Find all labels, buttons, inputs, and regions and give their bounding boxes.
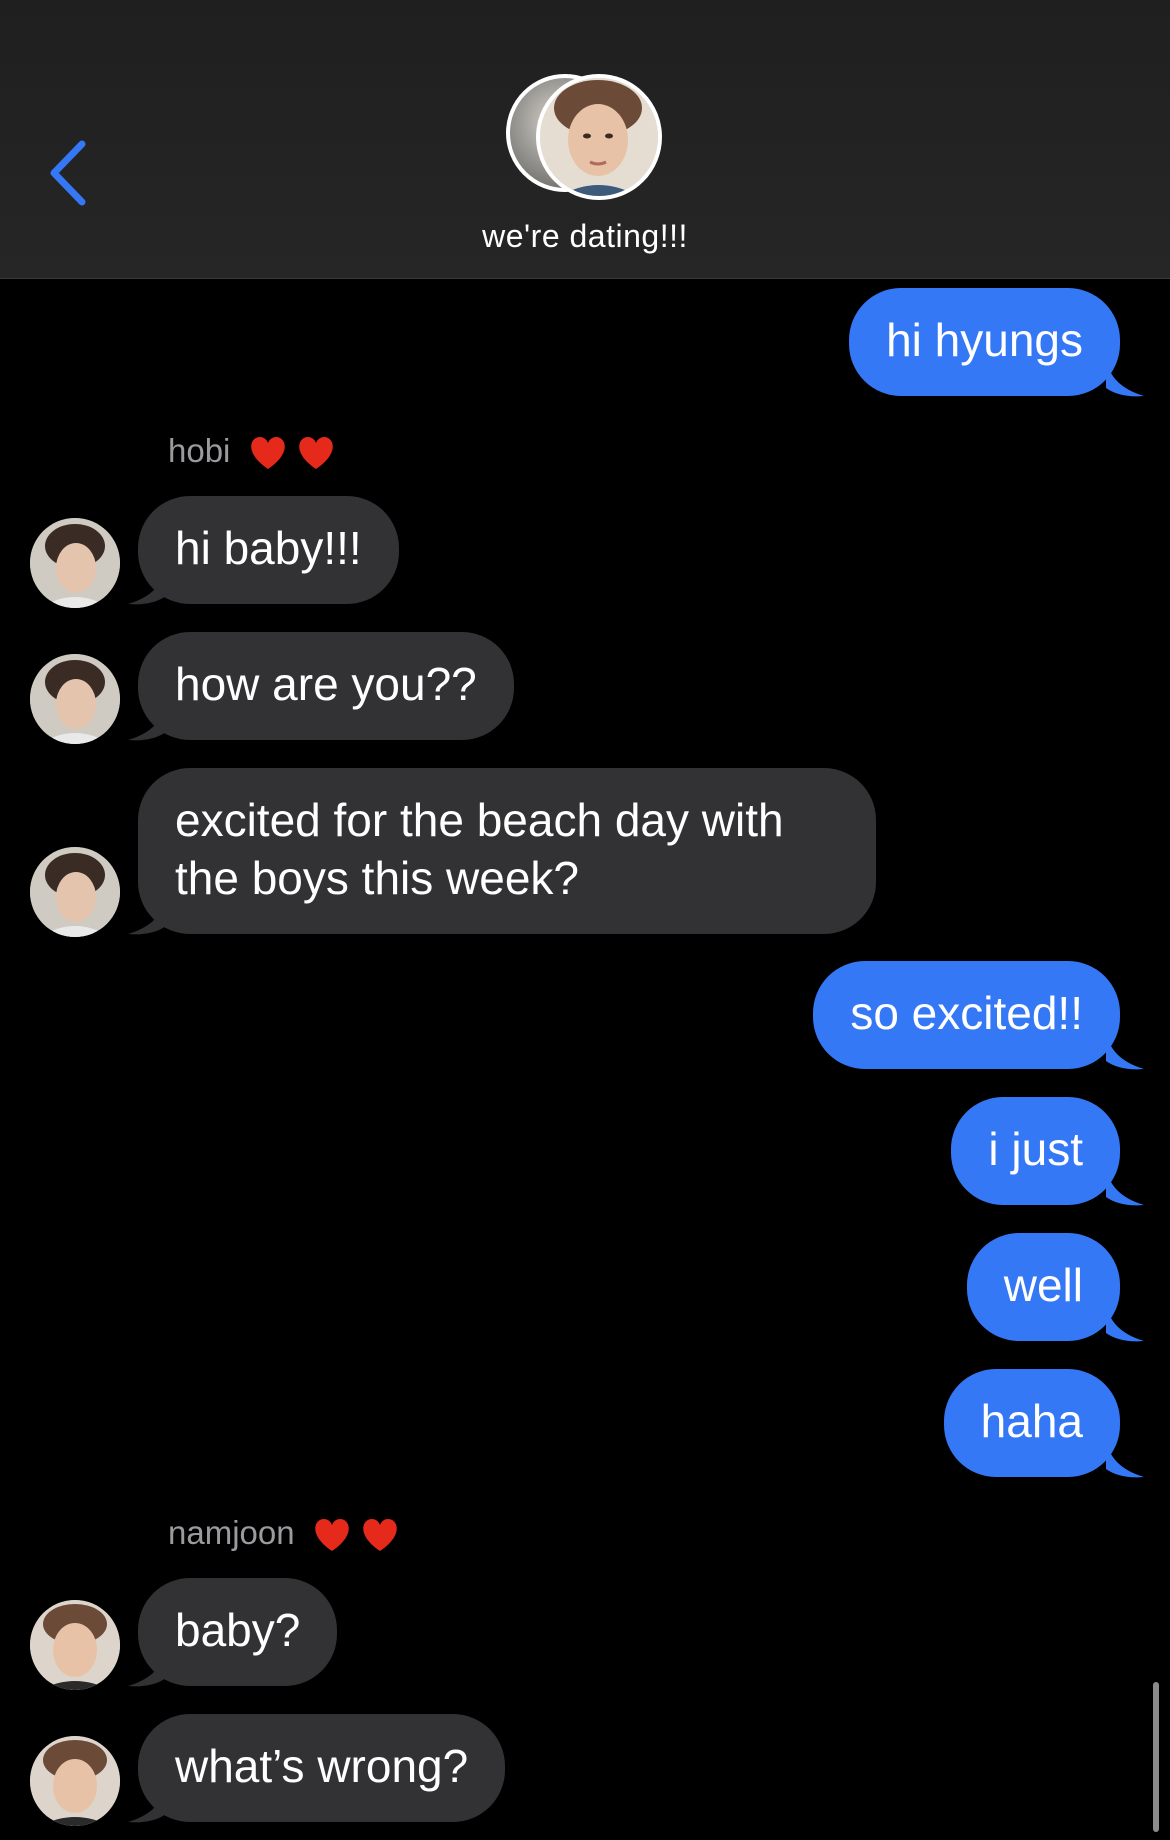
heart-icon (250, 437, 285, 470)
avatar[interactable] (30, 1600, 120, 1690)
bubble-tail (128, 566, 166, 605)
received-message[interactable]: excited for the beach day with the boys … (138, 768, 876, 934)
message-text: how are you?? (175, 658, 477, 710)
received-message[interactable]: baby? (138, 1578, 338, 1686)
bubble-tail (1106, 1167, 1144, 1206)
bubble-tail (128, 1784, 166, 1823)
message-text: excited for the beach day with the boys … (175, 794, 784, 904)
heart-icon (298, 437, 333, 470)
avatar[interactable] (30, 518, 120, 608)
bubble-tail (1106, 1439, 1144, 1478)
sent-message[interactable]: well (966, 1233, 1120, 1341)
message-text: hi hyungs (886, 314, 1083, 366)
message-text: well (1003, 1259, 1083, 1311)
avatar[interactable] (30, 1736, 120, 1826)
sender-name: hobi (168, 432, 336, 471)
sender-name: namjoon (168, 1514, 400, 1553)
message-text: what’s wrong? (175, 1740, 469, 1792)
chevron-left-icon[interactable] (44, 138, 94, 208)
scrollbar[interactable] (1153, 1682, 1159, 1832)
heart-icon (315, 1519, 349, 1552)
received-message[interactable]: what’s wrong? (138, 1714, 506, 1822)
message-text: hi baby!!! (175, 522, 362, 574)
received-message[interactable]: hi baby!!! (138, 496, 399, 604)
bubble-tail (128, 1648, 166, 1687)
bubble-tail (1106, 358, 1144, 397)
sent-message[interactable]: so excited!! (813, 961, 1120, 1069)
message-text: baby? (175, 1604, 301, 1656)
sent-message[interactable]: i just (951, 1097, 1120, 1205)
conversation-header: we're dating!!! (0, 0, 1170, 279)
message-text: i just (988, 1123, 1083, 1175)
avatar[interactable] (30, 654, 120, 744)
avatar[interactable] (30, 847, 120, 937)
group-avatar[interactable] (506, 74, 666, 200)
bubble-tail (1106, 1031, 1144, 1070)
bubble-tail (128, 896, 166, 935)
bubble-tail (1106, 1303, 1144, 1342)
avatar (536, 74, 662, 200)
conversation-title[interactable]: we're dating!!! (0, 218, 1170, 255)
sent-message[interactable]: hi hyungs (849, 288, 1120, 396)
message-text: so excited!! (850, 987, 1083, 1039)
heart-icon (363, 1519, 397, 1552)
sent-message[interactable]: haha (943, 1369, 1120, 1477)
received-message[interactable]: how are you?? (138, 632, 514, 740)
message-text: haha (980, 1395, 1083, 1447)
bubble-tail (128, 702, 166, 741)
